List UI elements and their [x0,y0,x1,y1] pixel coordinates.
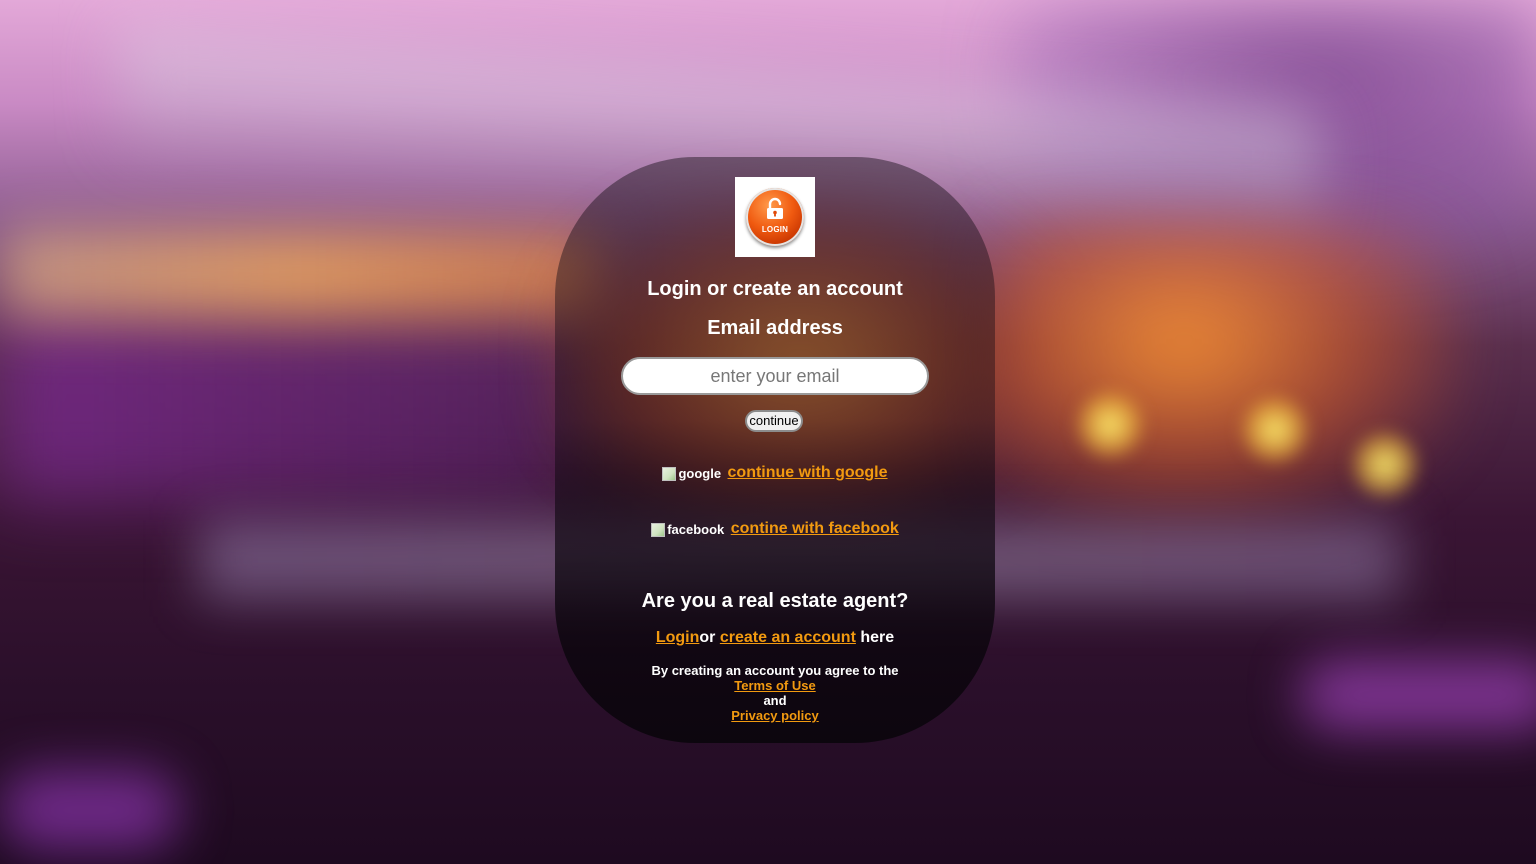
legal-notice: By creating an account you agree to the … [555,663,995,723]
page-title: Login or create an account [647,278,903,300]
broken-image-icon [651,522,666,537]
agent-create-account-link[interactable]: create an account [720,629,856,646]
agent-here-text: here [860,629,895,646]
facebook-img-alt: facebook [667,521,725,537]
legal-intro: By creating an account you agree to the [651,663,899,678]
agent-login-link[interactable]: Login [656,629,700,646]
agent-or-text: or [699,629,716,646]
logo-text: LOGIN [761,225,789,234]
facebook-icon: facebook [651,522,724,537]
legal-and-text: and [763,693,787,708]
facebook-login-row: facebook contine with facebook [555,520,995,538]
agent-heading: Are you a real estate agent? [641,590,909,612]
agent-links: Loginor create an account here [555,629,995,647]
login-card: LOGIN Login or create an account Email a… [555,157,995,743]
login-badge: LOGIN [746,188,804,246]
continue-button[interactable]: continue [745,410,803,432]
privacy-policy-link[interactable]: Privacy policy [731,708,818,723]
email-label: Email address [707,317,843,339]
email-field[interactable] [621,357,929,395]
google-icon: google [662,466,721,481]
lock-open-icon [767,197,783,219]
terms-of-use-link[interactable]: Terms of Use [734,678,815,693]
login-logo: LOGIN [735,177,815,257]
broken-image-icon [662,466,677,481]
google-login-row: google continue with google [555,464,995,482]
continue-with-facebook-link[interactable]: contine with facebook [731,520,899,537]
google-img-alt: google [678,465,722,481]
continue-with-google-link[interactable]: continue with google [728,464,888,481]
